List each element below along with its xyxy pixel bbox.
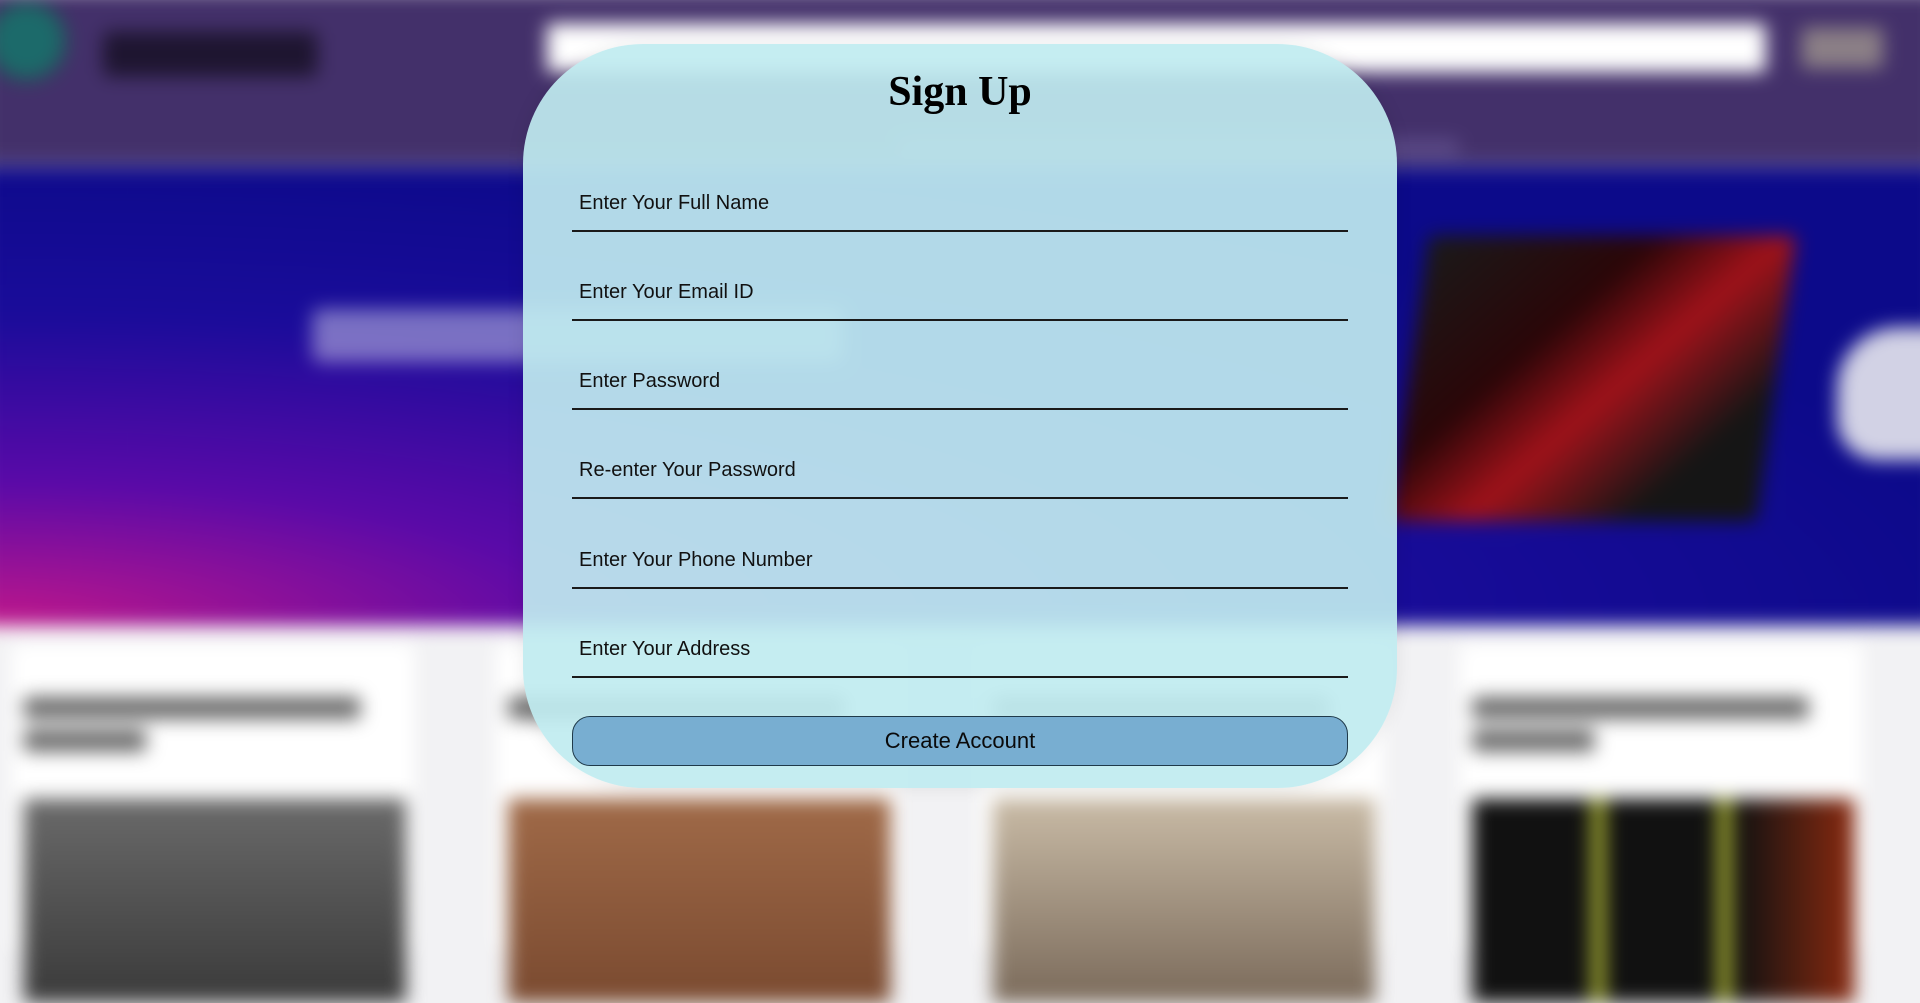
confirm-password-field[interactable] [572, 443, 1348, 499]
address-field[interactable] [572, 622, 1348, 678]
phone-field[interactable] [572, 533, 1348, 589]
site-logo-text [103, 31, 318, 77]
logo-icon [0, 5, 63, 77]
card-title [1472, 729, 1595, 752]
full-name-field[interactable] [572, 176, 1348, 232]
create-account-button[interactable]: Create Account [572, 716, 1348, 766]
card-image [1472, 798, 1855, 1003]
card-image [508, 798, 891, 1003]
modal-title: Sign Up [888, 69, 1032, 115]
card-image [992, 798, 1376, 1003]
controller-image [1837, 327, 1920, 460]
email-field[interactable] [572, 265, 1348, 321]
card-title [23, 696, 361, 720]
product-card [1459, 643, 1863, 1003]
search-button [1801, 27, 1884, 69]
password-field[interactable] [572, 354, 1348, 410]
laptop-image [1388, 235, 1797, 522]
product-card [11, 643, 415, 1003]
card-title [1472, 696, 1809, 720]
signup-modal: Sign Up Create Account [523, 44, 1397, 788]
card-image [23, 798, 407, 1003]
card-title [23, 729, 147, 752]
